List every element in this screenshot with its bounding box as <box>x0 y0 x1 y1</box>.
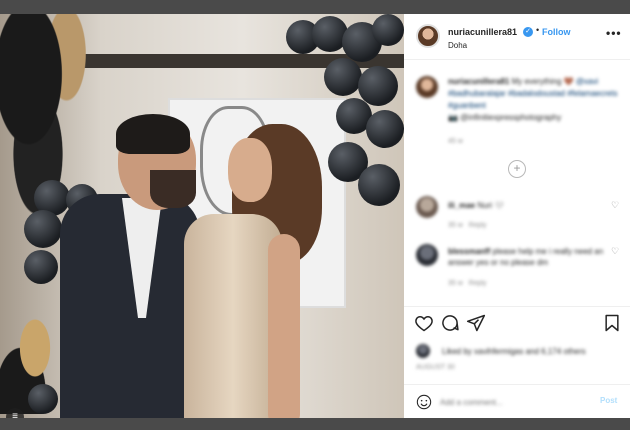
post-actions <box>404 306 630 336</box>
comment-bubble-icon[interactable] <box>440 313 460 333</box>
share-send-icon[interactable] <box>466 313 486 333</box>
comment-meta: 35 w Reply <box>448 222 487 229</box>
comment-time: 35 w <box>448 222 463 229</box>
comment: ili_mae Nuri 🤍 <box>448 200 606 211</box>
verified-icon: ✓ <box>523 27 533 37</box>
like-heart-icon[interactable] <box>414 313 434 333</box>
post-date: AUGUST 30 <box>416 364 455 371</box>
follow-button[interactable]: Follow <box>542 27 571 37</box>
comment-like-icon[interactable]: ♡ <box>611 200 619 211</box>
top-border <box>0 0 630 14</box>
comment-avatar[interactable] <box>416 196 438 218</box>
comment-time: 35 w <box>448 280 463 287</box>
caption: nuriacunillera81 My everything 🤎 @xavi #… <box>448 76 620 124</box>
comment-username[interactable]: ili_mae <box>448 201 475 210</box>
caption-credit: 📷 @infinitiexpressphotography <box>448 113 562 122</box>
comment-like-icon[interactable]: ♡ <box>611 246 619 257</box>
caption-avatar[interactable] <box>416 76 438 98</box>
location-link[interactable]: Doha <box>448 41 467 50</box>
more-options-icon[interactable]: ••• <box>606 26 622 40</box>
comment-text: Nuri 🤍 <box>477 201 505 210</box>
comment-avatar[interactable] <box>416 244 438 266</box>
comment-reply-button[interactable]: Reply <box>469 280 487 287</box>
save-bookmark-icon[interactable] <box>602 313 622 333</box>
caption-username[interactable]: nuriacunillera81 <box>448 77 509 86</box>
bottom-border <box>0 418 630 430</box>
comment-input[interactable] <box>440 395 590 409</box>
separator-dot: • <box>536 25 540 35</box>
avatar[interactable] <box>416 24 440 48</box>
likes-count[interactable]: Liked by xavihfermigas and 6,174 others <box>442 347 586 356</box>
liked-by-avatar[interactable] <box>416 344 430 358</box>
post-side-panel: nuriacunillera81 ✓ • Follow Doha ••• nur… <box>404 14 630 418</box>
comment-username[interactable]: blessmanff <box>448 247 490 256</box>
load-more-comments-icon[interactable]: + <box>508 160 526 178</box>
post-header: nuriacunillera81 ✓ • Follow Doha ••• <box>404 14 630 60</box>
post-comment-button[interactable]: Post <box>600 396 617 405</box>
caption-text: My everything 🤎 <box>511 77 574 86</box>
post-photo[interactable]: ≡ <box>0 14 404 418</box>
emoji-icon[interactable] <box>416 394 432 410</box>
comment: blessmanff please help me i really need … <box>448 246 606 268</box>
add-comment-bar: Post <box>404 384 630 418</box>
comment-meta: 35 w Reply <box>448 280 487 287</box>
post-username[interactable]: nuriacunillera81 <box>448 27 517 37</box>
comment-reply-button[interactable]: Reply <box>469 222 487 229</box>
caption-timestamp: 45 w <box>448 138 463 145</box>
